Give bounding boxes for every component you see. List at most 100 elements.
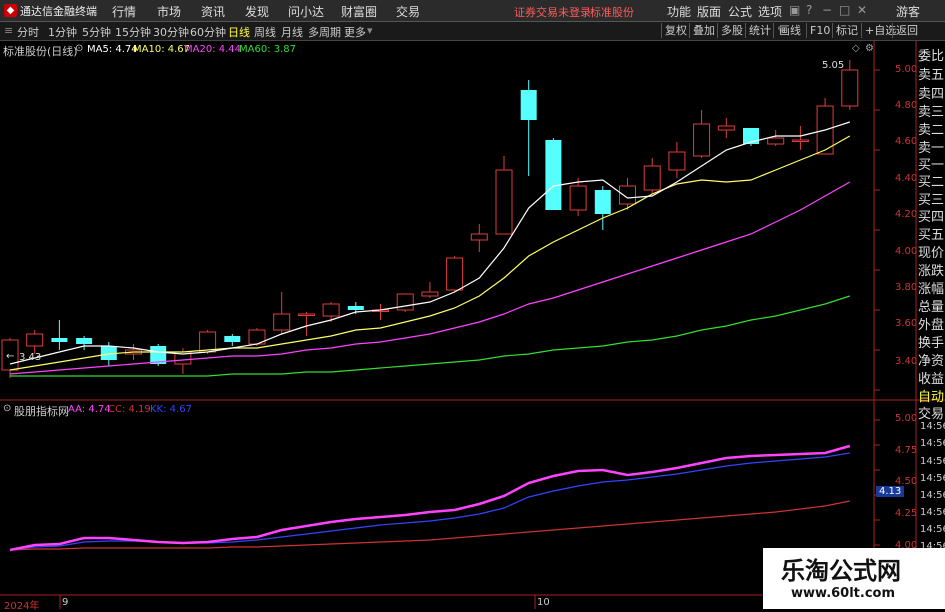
- candle-body-down: [594, 190, 611, 214]
- price-gridlines: [874, 69, 880, 391]
- menu-layout[interactable]: 版面: [697, 3, 721, 20]
- candle-body-up: [693, 123, 711, 157]
- tab-more[interactable]: 更多: [344, 24, 366, 40]
- time-label: 14:56: [920, 507, 945, 518]
- side-item-bid2[interactable]: 买二: [918, 171, 944, 190]
- menu-formula[interactable]: 公式: [728, 3, 752, 20]
- skin-icon[interactable]: ▣: [789, 3, 800, 17]
- price-tick: 5.00: [895, 64, 918, 75]
- side-item-outer-volume[interactable]: 外盘: [918, 314, 944, 333]
- mark-button[interactable]: 标记: [832, 23, 858, 38]
- f10-button[interactable]: F10: [806, 23, 830, 38]
- tab-multi-period[interactable]: 多周期: [308, 24, 341, 40]
- indicator-toggle-icon[interactable]: ⊙: [3, 403, 11, 414]
- price-tick: 4.80: [895, 100, 918, 111]
- menu-ask-assistant[interactable]: 问小达: [288, 3, 324, 20]
- side-item-change-pct[interactable]: 涨幅: [918, 278, 944, 297]
- watermark-url: www.60lt.com: [791, 586, 896, 601]
- tab-30min[interactable]: 30分钟: [153, 24, 189, 40]
- candle-body-up: [322, 303, 340, 317]
- indicator-tick: 4.75: [895, 445, 918, 456]
- indicator-value-box: 4.13: [876, 486, 905, 497]
- side-item-trade[interactable]: 交易: [918, 403, 944, 422]
- menu-news[interactable]: 资讯: [201, 3, 225, 20]
- side-item-order-ratio[interactable]: 委比: [918, 45, 944, 64]
- chart-diamond-icon[interactable]: ◇: [852, 43, 860, 54]
- current-stock-name: 标准股份: [590, 6, 634, 19]
- candle-body-down: [76, 338, 93, 344]
- menu-discover[interactable]: 发现: [245, 3, 269, 20]
- cc-legend: CC: 4.19: [108, 404, 151, 415]
- more-chevron-down-icon[interactable]: ▾: [367, 24, 373, 37]
- side-item-ask5[interactable]: 卖五: [918, 64, 944, 83]
- side-item-turnover[interactable]: 换手: [918, 332, 944, 351]
- side-item-change[interactable]: 涨跌: [918, 260, 944, 279]
- tab-15min[interactable]: 15分钟: [115, 24, 151, 40]
- tab-daily[interactable]: 日线: [228, 24, 250, 40]
- restore-rights-button[interactable]: 复权: [661, 23, 687, 38]
- indicator-name: 股朋指标网: [14, 405, 69, 418]
- candle-body-up: [396, 293, 414, 311]
- side-item-volume[interactable]: 总量: [918, 296, 944, 315]
- tab-1min[interactable]: 1分钟: [48, 24, 77, 40]
- guest-user[interactable]: 游客: [896, 3, 920, 20]
- tab-5min[interactable]: 5分钟: [82, 24, 111, 40]
- draw-line-button[interactable]: 画线: [776, 23, 801, 38]
- side-item-ask2[interactable]: 卖二: [918, 119, 944, 138]
- indicator-tick: 5.00: [895, 413, 918, 424]
- menu-options[interactable]: 选项: [758, 3, 782, 20]
- kline-chart-area[interactable]: [0, 40, 945, 609]
- candle-body-up: [717, 125, 735, 131]
- ma10-legend: MA10: 4.67: [133, 44, 191, 55]
- period-toolbar: ≡ 分时 1分钟 5分钟 15分钟 30分钟 60分钟 日线 周线 月线 多周期…: [0, 22, 945, 41]
- time-label: 14:56: [920, 490, 945, 501]
- side-item-net-assets[interactable]: 净资: [918, 350, 944, 369]
- chart-settings-icon[interactable]: ⚙: [865, 43, 874, 54]
- add-favorite-button[interactable]: +自选: [861, 23, 896, 38]
- candle-body-up: [421, 291, 439, 297]
- price-tick: 4.60: [895, 136, 918, 147]
- side-item-earnings[interactable]: 收益: [918, 368, 944, 387]
- menu-market-quotes[interactable]: 行情: [112, 3, 136, 20]
- menu-market[interactable]: 市场: [157, 3, 181, 20]
- candle-body-down: [224, 336, 241, 342]
- site-watermark: 乐淘公式网 www.60lt.com: [763, 548, 945, 609]
- side-item-price[interactable]: 现价: [918, 242, 944, 261]
- side-item-ask4[interactable]: 卖四: [918, 83, 944, 102]
- legend-toggle-icon[interactable]: ⊙: [75, 43, 83, 54]
- aa-legend: AA: 4.74: [68, 404, 111, 415]
- menu-functions[interactable]: 功能: [667, 3, 691, 20]
- tab-monthly[interactable]: 月线: [281, 24, 303, 40]
- low-price-label: 3.43: [19, 352, 42, 363]
- candle-body-up: [767, 137, 785, 145]
- tab-weekly[interactable]: 周线: [254, 24, 276, 40]
- menu-trade[interactable]: 交易: [396, 3, 420, 20]
- side-item-bid5[interactable]: 买五: [918, 224, 944, 243]
- ma10-line: [9, 135, 851, 371]
- date-label-oct: 10: [537, 597, 550, 608]
- back-button[interactable]: 返回: [892, 23, 918, 38]
- overlay-button[interactable]: 叠加: [689, 23, 715, 38]
- help-icon[interactable]: ?: [806, 3, 812, 17]
- indicator-lines: [9, 444, 851, 552]
- tab-60min[interactable]: 60分钟: [190, 24, 226, 40]
- multi-stock-button[interactable]: 多股: [717, 23, 743, 38]
- kk-legend: KK: 4.67: [150, 404, 192, 415]
- tab-timeshare[interactable]: 分时: [17, 24, 39, 40]
- minimize-window-icon[interactable]: −: [822, 3, 832, 17]
- time-label: 14:56: [920, 438, 945, 449]
- chart-title: 标准股份(日线): [3, 45, 78, 58]
- trade-login-warning[interactable]: 证券交易未登录: [514, 4, 591, 20]
- side-item-ask3[interactable]: 卖三: [918, 101, 944, 120]
- app-title: 通达信金融终端: [20, 5, 97, 18]
- toolbar-menu-icon[interactable]: ≡: [4, 24, 13, 37]
- ma20-legend: MA20: 4.44: [184, 44, 242, 55]
- time-label: 14:56: [920, 456, 945, 467]
- side-item-bid4[interactable]: 买四: [918, 206, 944, 225]
- statistics-button[interactable]: 统计: [745, 23, 771, 38]
- maximize-window-icon[interactable]: □: [839, 3, 850, 17]
- ma20-line: [9, 181, 851, 375]
- close-window-icon[interactable]: ✕: [857, 3, 867, 17]
- candle-body-up: [668, 151, 686, 171]
- menu-wealth-circle[interactable]: 财富圈: [341, 3, 377, 20]
